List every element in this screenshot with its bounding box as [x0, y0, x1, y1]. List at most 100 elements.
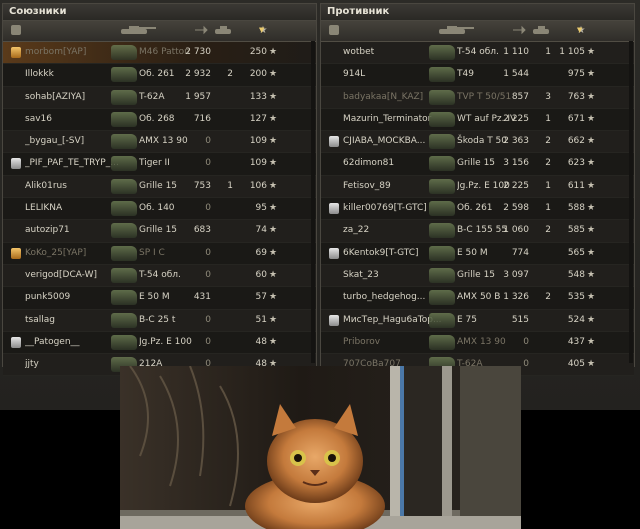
ally-row[interactable]: verigod[DCA-W] T-54 обл. 0 60 ★: [3, 264, 316, 288]
xp-column-icon[interactable]: ▼ ★: [253, 24, 273, 38]
xp-star-icon: ★: [269, 180, 278, 191]
xp-value: 588: [567, 203, 585, 214]
damage-value: 1 544: [503, 69, 529, 80]
player-name[interactable]: _PIF_PAF_TE_TRYP_...: [25, 153, 123, 174]
damage-value: 0: [205, 136, 211, 147]
player-name[interactable]: Mazurin_Terminator: [343, 109, 441, 130]
player-name[interactable]: verigod[DCA-W]: [25, 265, 123, 286]
player-name[interactable]: KoKo_25[YAP]: [25, 243, 123, 264]
ally-row[interactable]: punk5009 E 50 M 431 57 ★: [3, 287, 316, 310]
frags-column-icon[interactable]: [211, 24, 237, 38]
tank-icon: [429, 89, 455, 105]
ally-row[interactable]: KoKo_25[YAP] SP I C 0 69 ★: [3, 242, 316, 265]
platoon-column-icon[interactable]: [9, 24, 23, 38]
player-name[interactable]: МисТер_Нagu6aTop...: [343, 310, 441, 331]
xp-star-icon: ★: [587, 113, 596, 124]
player-name[interactable]: Alik01rus: [25, 176, 123, 197]
platoon-column-icon[interactable]: [327, 24, 341, 38]
player-name[interactable]: 914L: [343, 64, 441, 85]
damage-column-icon[interactable]: [191, 24, 211, 38]
player-name[interactable]: badyakaa[N_KAZ]: [343, 87, 441, 108]
enemy-row[interactable]: za_22 B-C 155 55 1 060 2 585 ★: [321, 220, 634, 243]
xp-value: 109: [249, 158, 267, 169]
xp-star-icon: ★: [269, 113, 278, 124]
player-name[interactable]: za_22: [343, 220, 441, 241]
enemies-scrollbar[interactable]: [629, 41, 633, 363]
enemy-row[interactable]: badyakaa[N_KAZ] TVP T 50/51 857 3 763 ★: [321, 86, 634, 109]
enemy-row[interactable]: 914L T49 1 544 975 ★: [321, 64, 634, 87]
player-name[interactable]: Priborov: [343, 332, 441, 353]
tank-icon: [111, 111, 137, 127]
damage-value: 1 326: [503, 292, 529, 303]
enemy-row[interactable]: 62dimon81 Grille 15 3 156 2 623 ★: [321, 153, 634, 176]
player-name[interactable]: killer00769[T-GTC]: [343, 198, 441, 219]
player-name[interactable]: __Patogen__: [25, 332, 123, 353]
enemy-row[interactable]: Skat_23 Grille 15 3 097 548 ★: [321, 264, 634, 288]
xp-star-icon: ★: [587, 336, 596, 347]
xp-value: 975: [567, 69, 585, 80]
damage-value: 753: [193, 180, 211, 191]
tank-icon: [429, 111, 455, 127]
ally-row[interactable]: autozip71 Grille 15 683 74 ★: [3, 220, 316, 243]
vehicle-column-icon[interactable]: [119, 24, 159, 38]
player-name[interactable]: autozip71: [25, 220, 123, 241]
ally-row[interactable]: sohab[AZIYA] T-62A 1 957 133 ★: [3, 86, 316, 109]
ally-row[interactable]: __Patogen__ Jg.Pz. E 100 0 48 ★: [3, 331, 316, 355]
damage-value: 3 097: [503, 269, 529, 280]
player-name[interactable]: CJIABA_MOCKBA...: [343, 131, 441, 152]
player-name[interactable]: 6Kentok9[T-GTC]: [343, 243, 441, 264]
vehicle-column-icon[interactable]: [437, 24, 477, 38]
ally-row[interactable]: _PIF_PAF_TE_TRYP_... Tiger II 0 109 ★: [3, 153, 316, 176]
xp-column-icon[interactable]: ▼ ★: [571, 24, 591, 38]
enemies-title: Противник: [321, 4, 634, 21]
enemy-row[interactable]: Mazurin_Terminator WT auf Pz. IV 2 225 1 671…: [321, 108, 634, 132]
allies-scrollbar[interactable]: [311, 41, 315, 363]
ally-row[interactable]: _bygau_[-SV] AMX 13 90 0 109 ★: [3, 131, 316, 154]
tank-icon: [111, 134, 137, 150]
tank-icon: [111, 223, 137, 239]
platoon-icon: [11, 247, 21, 259]
enemies-column-header: ▼ ★: [321, 21, 634, 42]
enemy-row[interactable]: Priborov AMX 13 90 0 437 ★: [321, 331, 634, 355]
ally-row[interactable]: morbom[YAP] M46 Patton 2 730 250 ★: [3, 42, 316, 65]
player-name[interactable]: LELIKNA: [25, 198, 123, 219]
enemy-row[interactable]: killer00769[T-GTC] Об. 261 2 598 1 588 ★: [321, 198, 634, 221]
player-name[interactable]: Skat_23: [343, 265, 441, 286]
player-name[interactable]: wotbet: [343, 42, 441, 63]
enemy-row[interactable]: Fetisov_89 Jg.Pz. E 100 2 225 1 611 ★: [321, 175, 634, 199]
damage-column-icon[interactable]: [509, 24, 529, 38]
player-name[interactable]: morbom[YAP]: [25, 42, 123, 63]
player-name[interactable]: turbo_hedgehog...: [343, 287, 441, 308]
enemy-row[interactable]: CJIABA_MOCKBA... Škoda T 50 2 363 2 662 ★: [321, 131, 634, 154]
player-name[interactable]: Illokkk: [25, 64, 123, 85]
xp-value: 57: [255, 292, 267, 303]
enemies-panel: Противник ▼ ★ wotbet T-54 обл. 1 110 1 1 105…: [320, 3, 635, 377]
enemy-row[interactable]: wotbet T-54 обл. 1 110 1 1 105 ★: [321, 42, 634, 65]
ally-row[interactable]: Alik01rus Grille 15 753 1 106 ★: [3, 175, 316, 199]
ally-row[interactable]: Illokkk Об. 261 2 932 2 200 ★: [3, 64, 316, 87]
player-name[interactable]: Fetisov_89: [343, 176, 441, 197]
xp-star-icon: ★: [587, 136, 596, 147]
player-name[interactable]: punk5009: [25, 287, 123, 308]
frags-value: 1: [545, 180, 551, 191]
xp-value: 405: [567, 359, 585, 370]
player-name[interactable]: sohab[AZIYA]: [25, 87, 123, 108]
frags-value: 2: [545, 136, 551, 147]
ally-row[interactable]: tsallag B-C 25 t 0 51 ★: [3, 309, 316, 332]
xp-value: 106: [249, 180, 267, 191]
player-name[interactable]: 62dimon81: [343, 153, 441, 174]
platoon-icon: [11, 47, 21, 58]
player-name[interactable]: jjty: [25, 354, 123, 375]
ally-row[interactable]: LELIKNA Об. 140 0 95 ★: [3, 198, 316, 221]
ally-row[interactable]: sav16 Об. 268 716 127 ★: [3, 108, 316, 132]
enemy-row[interactable]: 6Kentok9[T-GTC] E 50 M 774 565 ★: [321, 242, 634, 265]
enemy-row[interactable]: turbo_hedgehog... AMX 50 B1 326 2 535 ★: [321, 287, 634, 310]
player-name[interactable]: sav16: [25, 109, 123, 130]
xp-star-icon: ★: [269, 158, 278, 169]
frags-column-icon[interactable]: [529, 24, 555, 38]
damage-value: 0: [205, 336, 211, 347]
xp-value: 133: [249, 91, 267, 102]
enemy-row[interactable]: МисТер_Нagu6aTop... E 75 515 524 ★: [321, 309, 634, 332]
player-name[interactable]: tsallag: [25, 310, 123, 331]
player-name[interactable]: _bygau_[-SV]: [25, 131, 123, 152]
